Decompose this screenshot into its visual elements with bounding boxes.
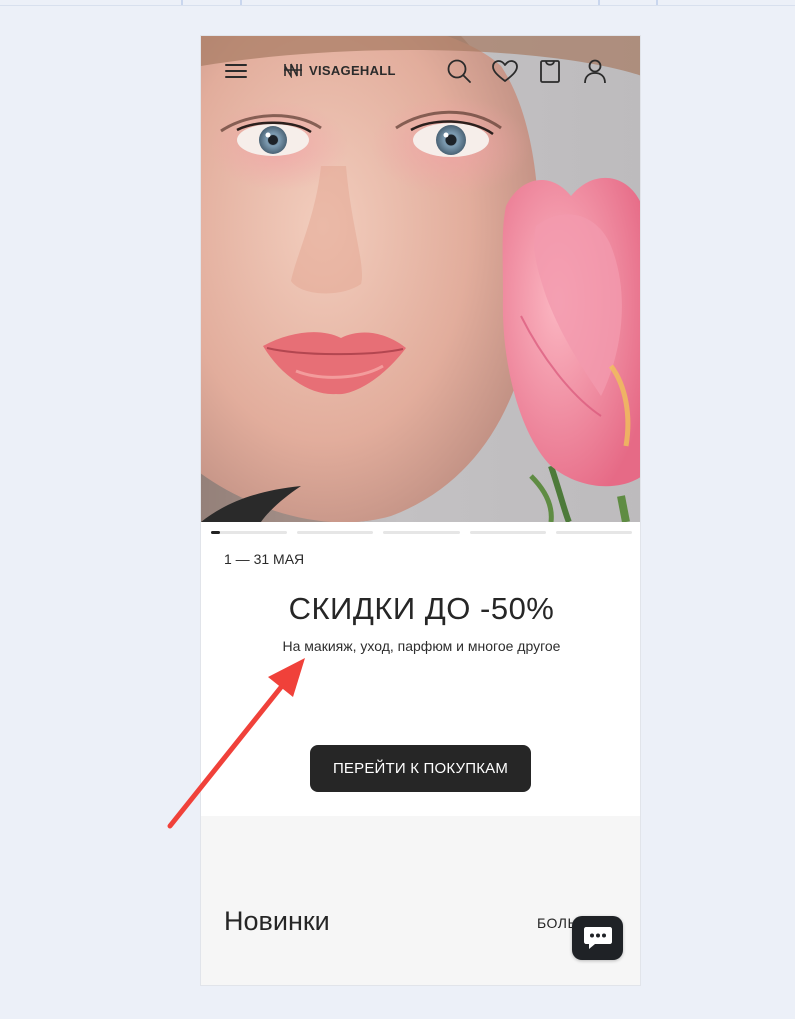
promo-date: 1 — 31 МАЯ <box>224 551 305 567</box>
new-arrivals-title: Новинки <box>224 906 330 936</box>
promo-subtitle: На макияж, уход, парфюм и многое другое <box>282 638 561 654</box>
chat-icon <box>583 927 612 949</box>
hero-photo <box>201 36 640 522</box>
slide-indicator-5[interactable] <box>555 531 633 534</box>
divider-tick <box>240 0 242 5</box>
slide-indicator-4[interactable] <box>469 531 546 534</box>
user-icon[interactable] <box>580 56 610 86</box>
search-icon[interactable] <box>444 56 474 86</box>
promo-title: СКИДКИ ДО -50% <box>288 591 555 626</box>
logo-mark-icon <box>284 63 302 78</box>
chat-button[interactable] <box>572 916 623 960</box>
divider-tick <box>656 0 658 5</box>
slider-progress <box>211 531 633 534</box>
browser-top-divider <box>0 0 795 6</box>
header-bar: VISAGEHALL <box>201 36 640 106</box>
new-arrivals-section: Новинки БОЛЬ <box>201 816 640 985</box>
heart-icon[interactable] <box>490 56 520 86</box>
brand-logo[interactable]: VISAGEHALL <box>283 60 396 80</box>
mobile-page-preview: VISAGEHALL 1 — 31 МАЯ СКИДКИ ДО -50% На … <box>200 35 641 986</box>
menu-icon[interactable] <box>221 56 251 86</box>
divider-tick <box>181 0 183 5</box>
divider-tick <box>598 0 600 5</box>
logo-text: VISAGEHALL <box>309 62 396 78</box>
slide-indicator-2[interactable] <box>297 531 374 534</box>
bag-icon[interactable] <box>535 56 565 86</box>
hero-banner[interactable]: VISAGEHALL <box>201 36 640 522</box>
go-shopping-button[interactable]: ПЕРЕЙТИ К ПОКУПКАМ <box>310 745 531 792</box>
slide-indicator-3[interactable] <box>383 531 460 534</box>
slide-indicator-1[interactable] <box>211 531 288 534</box>
